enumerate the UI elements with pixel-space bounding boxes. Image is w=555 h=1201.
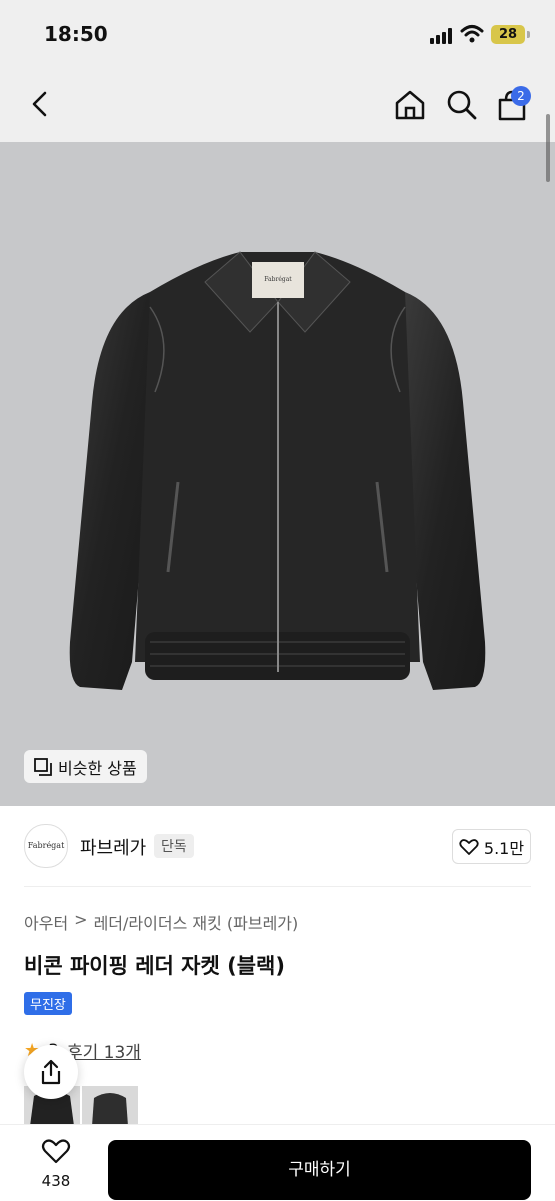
heart-icon (459, 838, 479, 855)
status-bar: 18:50 28 (0, 0, 555, 70)
breadcrumb-separator: > (74, 910, 88, 929)
copy-icon (34, 757, 52, 776)
battery-tip (527, 31, 530, 38)
search-icon[interactable] (446, 89, 478, 121)
wishlist-count: 438 (41, 1172, 71, 1190)
buy-button[interactable]: 구매하기 (108, 1140, 531, 1200)
reviews-link[interactable]: 후기 13개 (67, 1038, 141, 1063)
similar-products-button[interactable]: 비슷한 상품 (24, 750, 147, 783)
share-button[interactable] (24, 1045, 78, 1099)
thumbnail-2[interactable] (82, 1086, 138, 1126)
breadcrumb-root[interactable]: 아우터 (24, 910, 68, 934)
brand-like-count: 5.1만 (483, 838, 525, 858)
cart-count-badge: 2 (511, 86, 531, 106)
brand-logo[interactable]: Fabrégat (24, 824, 68, 868)
battery-icon: 28 (491, 25, 525, 44)
brand-like-button[interactable]: 5.1만 (452, 829, 531, 864)
scrollbar[interactable] (546, 114, 550, 182)
brand-row: Fabrégat 파브레가 단독 5.1만 (0, 806, 555, 886)
status-time: 18:50 (44, 22, 108, 46)
signal-icon (430, 28, 456, 44)
share-icon (41, 1059, 61, 1085)
breadcrumb-category[interactable]: 레더/라이더스 재킷 (파브레가) (94, 910, 299, 934)
product-image[interactable]: Fabrégat (0, 142, 555, 806)
divider (24, 886, 531, 887)
similar-products-label: 비슷한 상품 (58, 758, 137, 778)
breadcrumb: 아우터 > 레더/라이더스 재킷 (파브레가) (24, 910, 298, 934)
heart-icon (41, 1139, 71, 1164)
product-title: 비콘 파이핑 레더 자켓 (블랙) (24, 954, 285, 978)
wifi-icon (460, 25, 484, 43)
wishlist-button[interactable]: 438 (24, 1138, 88, 1190)
home-icon[interactable] (393, 88, 427, 122)
back-icon[interactable] (28, 90, 52, 118)
jacket-label-text: Fabrégat (264, 276, 292, 283)
store-tag: 무진장 (24, 992, 72, 1015)
jacket-illustration (69, 251, 486, 690)
brand-name[interactable]: 파브레가 (80, 834, 146, 860)
exclusive-badge: 단독 (154, 834, 194, 858)
